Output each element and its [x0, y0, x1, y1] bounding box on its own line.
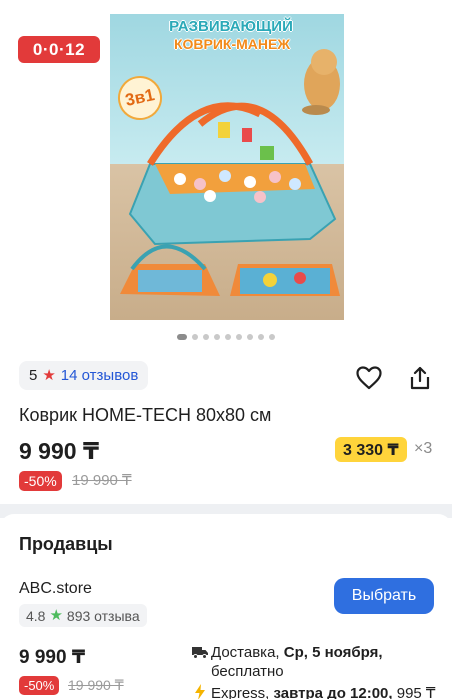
gallery-dot[interactable]: [247, 334, 253, 340]
gallery-dot[interactable]: [192, 334, 198, 340]
seller-name[interactable]: ABC.store: [19, 580, 92, 598]
reviews-link[interactable]: 14 отзывов: [61, 367, 139, 384]
delivery-date: Ср, 5 ноября,: [283, 644, 383, 661]
installment-multiplier: ×3: [414, 440, 433, 457]
delivery-cost: бесплатно: [211, 663, 284, 680]
heart-icon[interactable]: [355, 364, 383, 392]
sellers-heading: Продавцы: [19, 534, 113, 554]
choose-seller-button[interactable]: Выбрать: [334, 578, 434, 614]
delivery-prefix: Доставка,: [211, 644, 284, 661]
gallery-dot[interactable]: [177, 334, 187, 340]
express-prefix: Express,: [211, 685, 274, 699]
product-image[interactable]: РАЗВИВАЮЩИЙ КОВРИК-МАНЕЖ 3в1: [110, 14, 344, 320]
gallery-dot[interactable]: [214, 334, 220, 340]
playmat-illustration: [120, 49, 340, 296]
gallery-dot[interactable]: [225, 334, 231, 340]
image-headline-top: РАЗВИВАЮЩИЙ: [169, 18, 293, 35]
seller-rating-score: 4.8: [26, 607, 46, 624]
seller-price: 9 990 ₸: [19, 647, 86, 668]
discount-badge: -50%: [19, 471, 62, 491]
seller-discount-badge: -50%: [19, 676, 60, 695]
star-icon: ★: [49, 607, 63, 624]
seller-reviews: 893 отзыва: [66, 607, 140, 624]
share-icon[interactable]: [406, 364, 434, 392]
express-price: 995 ₸: [392, 685, 436, 699]
installment-price-chip[interactable]: 3 330 ₸: [335, 437, 407, 462]
delivery-info: Доставка, Ср, 5 ноября, бесплатно: [211, 643, 436, 681]
seller-rating[interactable]: 4.8 ★ 893 отзыва: [19, 604, 147, 627]
star-icon: ★: [42, 367, 56, 384]
truck-icon: [192, 647, 208, 659]
seller-old-price: 19 990 ₸: [68, 677, 124, 693]
product-title: Коврик HOME-TECH 80x80 см: [19, 405, 272, 425]
old-price: 19 990 ₸: [72, 472, 132, 489]
rating-summary[interactable]: 5 ★ 14 отзывов: [19, 361, 149, 390]
image-headline-bottom: КОВРИК-МАНЕЖ: [173, 36, 291, 52]
gallery-pagination[interactable]: [169, 332, 283, 342]
express-delivery-info: Express, завтра до 12:00, 995 ₸: [211, 684, 451, 699]
gallery-dot[interactable]: [203, 334, 209, 340]
rating-score: 5: [29, 367, 38, 384]
installment-badge: 0·0·12: [18, 36, 100, 63]
product-price: 9 990 ₸: [19, 438, 99, 464]
bolt-icon: [195, 684, 205, 699]
product-gallery[interactable]: 0·0·12 РАЗВИВАЮЩИЙ КОВРИК-МАНЕЖ 3в1: [0, 0, 452, 350]
express-time: завтра до 12:00,: [273, 685, 393, 699]
gallery-dot[interactable]: [269, 334, 275, 340]
gallery-dot[interactable]: [236, 334, 242, 340]
gallery-dot[interactable]: [258, 334, 264, 340]
